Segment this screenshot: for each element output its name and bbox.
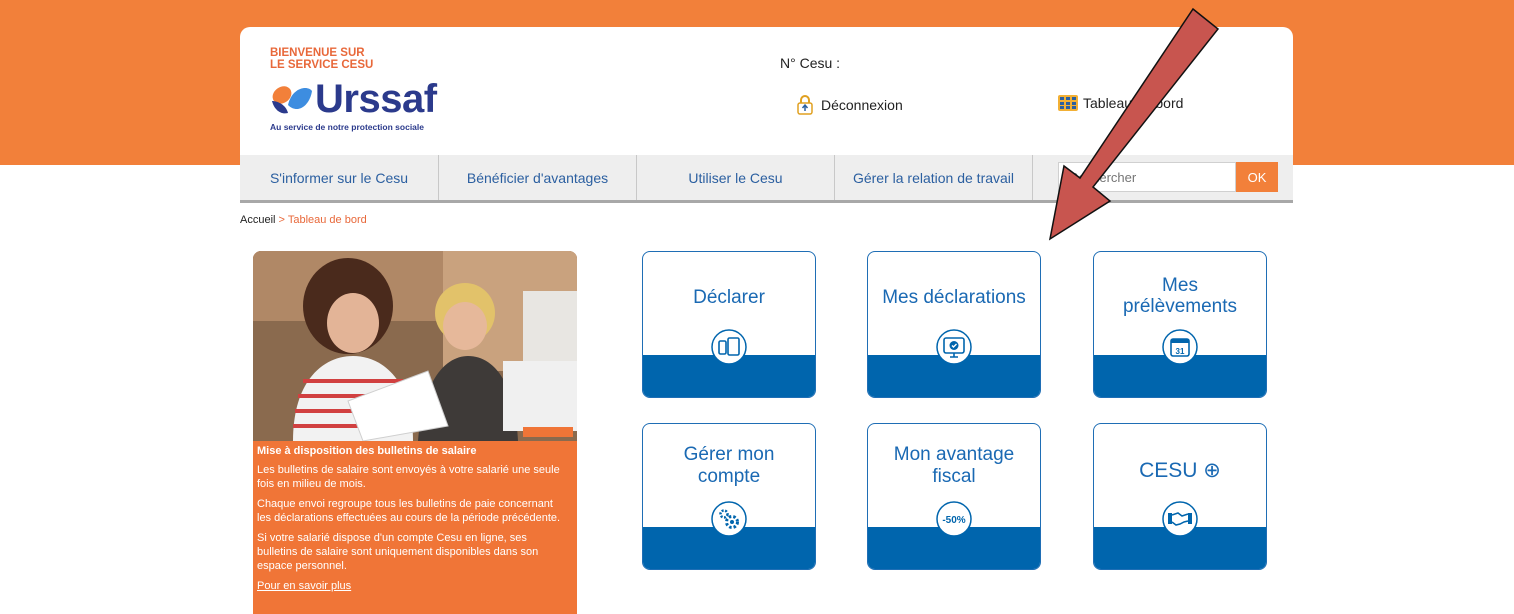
promo-paragraph-3: Si votre salarié dispose d'un compte Ces…: [257, 532, 539, 572]
nav-item-benefits[interactable]: Bénéficier d'avantages: [439, 155, 637, 200]
tile-cesu-plus[interactable]: CESU ⊕: [1093, 423, 1267, 570]
discount-text: -50%: [942, 515, 965, 526]
header-card: BIENVENUE SUR LE SERVICE CESU Urssaf Au …: [240, 27, 1293, 155]
tile-label-line1: Mes: [1162, 275, 1198, 296]
nav-item-work-relation[interactable]: Gérer la relation de travail: [835, 155, 1033, 200]
logo-tagline: Au service de notre protection sociale: [270, 122, 424, 132]
welcome-text: BIENVENUE SUR LE SERVICE CESU: [270, 47, 374, 71]
tile-label-line1: Gérer mon: [683, 444, 775, 465]
logo-wordmark: Urssaf: [315, 77, 437, 121]
tile-label: CESU ⊕: [1139, 459, 1221, 482]
cesu-number-label: N° Cesu :: [780, 55, 841, 71]
devices-icon: [711, 329, 747, 365]
discount-icon: -50%: [936, 501, 972, 537]
tile-label-line1: Mon avantage: [893, 444, 1015, 465]
tile-gerer-compte[interactable]: Gérer mon compte: [642, 423, 816, 570]
dashboard-label: Tableau de bord: [1083, 95, 1184, 111]
logout-link[interactable]: Déconnexion: [796, 95, 903, 115]
urssaf-logo[interactable]: Urssaf Au service de notre protection so…: [268, 77, 468, 137]
promo-text: Mise à disposition des bulletins de sala…: [257, 444, 567, 593]
urssaf-logo-icon: [272, 86, 312, 114]
search-ok-button[interactable]: OK: [1236, 162, 1278, 192]
lock-icon: [797, 95, 813, 115]
tile-mes-declarations[interactable]: Mes déclarations: [867, 251, 1041, 398]
promo-photo-two-women: [253, 251, 577, 441]
tile-label-line2: compte: [697, 466, 761, 487]
breadcrumb-separator: >: [278, 214, 285, 226]
promo-title: Mise à disposition des bulletins de sala…: [257, 445, 477, 457]
tile-avantage-fiscal[interactable]: Mon avantage fiscal -50%: [867, 423, 1041, 570]
nav-item-use[interactable]: Utiliser le Cesu: [637, 155, 835, 200]
tile-label-line2: prélèvements: [1122, 296, 1238, 317]
handshake-icon: [1162, 501, 1198, 537]
dashboard-link[interactable]: Tableau de bord: [1058, 95, 1183, 111]
promo-paragraph-2: Chaque envoi regroupe tous les bulletins…: [257, 498, 561, 524]
breadcrumb-current: Tableau de bord: [287, 214, 367, 226]
tile-label: Déclarer: [693, 287, 765, 308]
gears-icon: [711, 501, 747, 537]
search-form: OK: [1058, 162, 1278, 192]
dashboard-grid-icon: [1058, 95, 1078, 111]
logout-label: Déconnexion: [821, 97, 903, 113]
breadcrumb: Accueil > Tableau de bord: [240, 214, 367, 226]
main-nav: S'informer sur le Cesu Bénéficier d'avan…: [240, 155, 1293, 203]
calendar-icon: 31: [1162, 329, 1198, 365]
search-input[interactable]: [1058, 162, 1236, 192]
learn-more-link[interactable]: Pour en savoir plus: [257, 580, 351, 592]
payslip-info-card: Mise à disposition des bulletins de sala…: [253, 251, 577, 614]
nav-item-inform[interactable]: S'informer sur le Cesu: [240, 155, 439, 200]
tile-declarer[interactable]: Déclarer: [642, 251, 816, 398]
tile-label-line2: fiscal: [932, 466, 976, 487]
tile-mes-prelevements[interactable]: Mes prélèvements 31: [1093, 251, 1267, 398]
calendar-day-text: 31: [1176, 347, 1185, 356]
monitor-check-icon: [936, 329, 972, 365]
breadcrumb-home[interactable]: Accueil: [240, 214, 275, 226]
tile-label: Mes déclarations: [882, 287, 1026, 308]
promo-paragraph-1: Les bulletins de salaire sont envoyés à …: [257, 464, 560, 490]
